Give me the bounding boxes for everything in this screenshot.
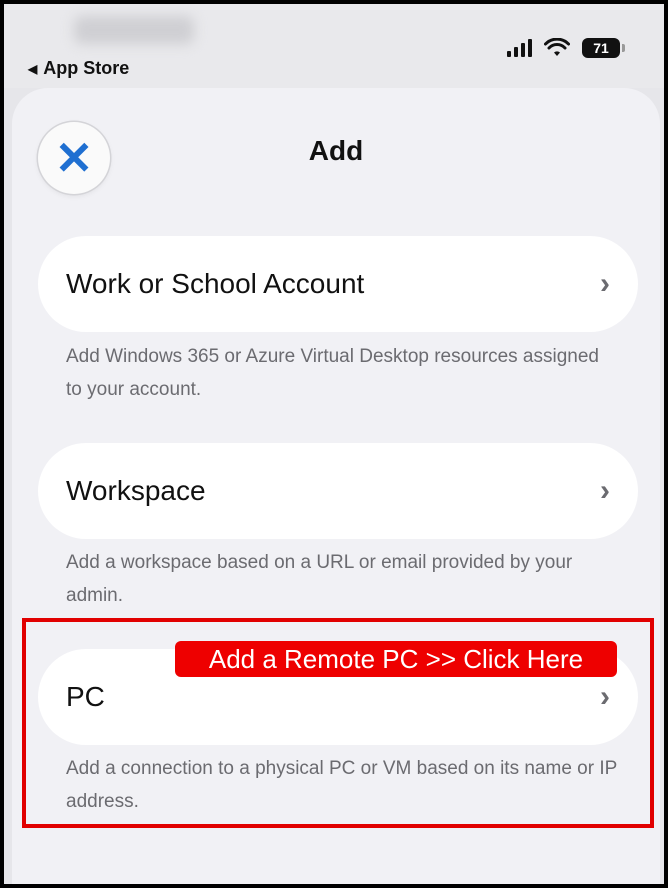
wifi-icon xyxy=(544,38,570,56)
chevron-right-icon: › xyxy=(600,474,610,507)
back-app-label: App Store xyxy=(43,58,130,78)
option-work-or-school-account[interactable]: Work or School Account › xyxy=(38,236,638,332)
status-icons: 71 xyxy=(507,38,625,58)
battery-icon: 71 xyxy=(582,38,625,58)
cellular-signal-icon xyxy=(507,39,532,57)
option-description: Add a workspace based on a URL or email … xyxy=(66,552,573,606)
screenshot-frame: ◀ App Store 71 ✕ Add Work or School Acco… xyxy=(0,0,668,888)
option-label: Workspace xyxy=(66,475,206,506)
option-description: Add Windows 365 or Azure Virtual Desktop… xyxy=(66,346,599,400)
back-triangle-icon: ◀ xyxy=(28,61,38,76)
sheet-title: Add xyxy=(308,135,364,166)
blurred-time xyxy=(74,16,194,44)
option-workspace[interactable]: Workspace › xyxy=(38,443,638,539)
status-bar: ◀ App Store 71 xyxy=(4,4,664,88)
annotation-callout: Add a Remote PC >> Click Here xyxy=(175,641,617,677)
battery-level: 71 xyxy=(593,40,609,56)
chevron-right-icon: › xyxy=(600,267,610,300)
back-to-app-store[interactable]: ◀ App Store xyxy=(28,58,129,79)
option-label: Work or School Account xyxy=(66,268,365,299)
